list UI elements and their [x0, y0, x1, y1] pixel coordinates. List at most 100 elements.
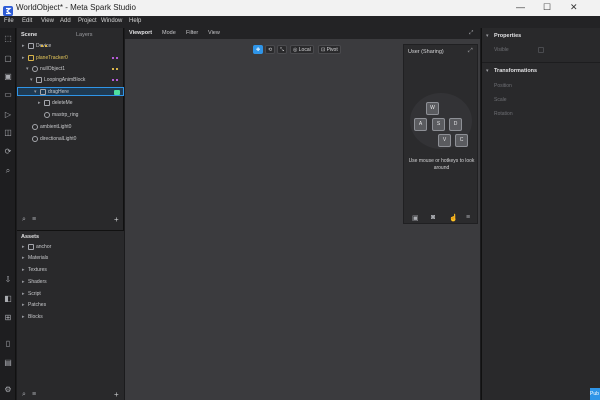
- layout-icon[interactable]: ▭: [3, 90, 13, 100]
- collapse-arrow-icon[interactable]: ▾: [486, 68, 489, 74]
- viewport-toolbar: Viewport Mode Filter View ⤢: [125, 28, 480, 39]
- expand-viewport-icon[interactable]: ⤢: [469, 30, 473, 37]
- window-title: WorldObject* - Meta Spark Studio: [16, 3, 136, 12]
- visible-checkbox[interactable]: [538, 47, 544, 53]
- video-icon[interactable]: ▣: [3, 72, 13, 82]
- planetracker-options-icon[interactable]: [112, 57, 118, 59]
- collapse-arrow-icon[interactable]: ▾: [486, 33, 489, 39]
- visible-label: Visible: [494, 47, 509, 53]
- scene-item-deleteme[interactable]: ▸ deleteMe: [38, 99, 73, 108]
- position-label: Position: [494, 83, 512, 89]
- menu-icon[interactable]: ≡: [466, 214, 470, 221]
- add-asset-button[interactable]: +: [114, 390, 119, 399]
- asset-item-textures[interactable]: ▸ Textures: [22, 266, 47, 275]
- scene-icon[interactable]: ⬚: [3, 34, 13, 44]
- scene-item-planetracker[interactable]: ▸ planeTracker0: [22, 54, 122, 63]
- key-w[interactable]: W: [426, 102, 439, 115]
- assets-panel: Assets ▸ anchor ▸ Materials ▸ Textures ▸ Sha…: [17, 230, 124, 400]
- view-menu[interactable]: View: [208, 30, 220, 36]
- minimize-button[interactable]: —: [516, 2, 525, 12]
- rotation-label: Rotation: [494, 111, 513, 117]
- rotate-tool-icon[interactable]: ⟲: [265, 45, 275, 54]
- block-icon: [36, 76, 42, 83]
- key-a[interactable]: A: [414, 118, 427, 131]
- add-icon[interactable]: ⊞: [3, 313, 13, 323]
- asset-item-anchor[interactable]: ▸ anchor: [22, 243, 51, 252]
- mode-menu[interactable]: Mode: [162, 30, 176, 36]
- menu-edit[interactable]: Edit: [22, 18, 32, 24]
- simulator-hint: Use mouse or hotkeys to look around: [408, 158, 475, 171]
- menu-window[interactable]: Window: [101, 18, 122, 24]
- viewport-tab[interactable]: Viewport: [129, 30, 152, 36]
- scene-item-ambientlight[interactable]: ambientLight0: [32, 123, 71, 132]
- menu-add[interactable]: Add: [60, 18, 71, 24]
- scene-item-mastrpring[interactable]: mastrp_ring: [38, 111, 78, 120]
- null-object-icon: [32, 65, 38, 72]
- filter-icon[interactable]: ≡: [32, 391, 36, 398]
- left-toolbar: ⬚ ▢ ▣ ▭ ▷ ◫ ⟳ ⌕ ⇩ ◧ ⊞ ▯ ▤ ⚙: [0, 28, 16, 400]
- loopinganim-options-icon[interactable]: [112, 79, 118, 81]
- key-d[interactable]: D: [449, 118, 462, 131]
- scale-tool-icon[interactable]: ⤡: [277, 45, 287, 54]
- share-icon[interactable]: ◧: [3, 294, 13, 304]
- key-v[interactable]: V: [438, 134, 451, 147]
- asset-item-shaders[interactable]: ▸ Shaders: [22, 278, 47, 287]
- eye-icon: [44, 111, 50, 118]
- scene-tab[interactable]: Scene: [21, 32, 37, 38]
- scene-item-draghere[interactable]: ▾ dragHere: [17, 87, 124, 96]
- pivot-toggle[interactable]: ⊡ Pivot: [318, 45, 341, 54]
- device-icon[interactable]: ▯: [3, 339, 13, 349]
- properties-title: Properties: [494, 33, 522, 39]
- menu-project[interactable]: Project: [78, 18, 97, 24]
- camera-icon[interactable]: ◙: [431, 214, 435, 221]
- layers-icon[interactable]: ▢: [3, 54, 13, 64]
- search-icon[interactable]: ⌕: [22, 216, 26, 224]
- nullobject-options-icon[interactable]: [112, 68, 118, 70]
- settings-icon[interactable]: ⚙: [3, 385, 13, 395]
- simulator-title[interactable]: User (Sharing): [408, 49, 444, 55]
- hand-icon[interactable]: ☝: [449, 214, 458, 222]
- play-icon[interactable]: ▷: [3, 110, 13, 120]
- simulator-panel[interactable]: User (Sharing) ⤢ W A S D V C Use mouse o…: [403, 44, 478, 224]
- layers-tab[interactable]: Layers: [76, 32, 93, 38]
- search-icon[interactable]: ⌕: [3, 166, 13, 176]
- preview-icon[interactable]: ◫: [3, 128, 13, 138]
- transformations-title: Transformations: [494, 68, 538, 74]
- filter-menu[interactable]: Filter: [186, 30, 198, 36]
- asset-item-patches[interactable]: ▸ Patches: [22, 301, 46, 310]
- popout-icon[interactable]: ⤢: [468, 48, 473, 55]
- scene-item-directionallight[interactable]: directionalLight0: [32, 135, 76, 144]
- import-icon[interactable]: ⇩: [3, 275, 13, 285]
- scene-item-device[interactable]: ▸ Device: [22, 42, 51, 51]
- properties-panel: ▾ Properties Visible ▾ Transformations P…: [481, 28, 600, 400]
- move-tool-icon[interactable]: ✥: [253, 45, 263, 54]
- asset-item-materials[interactable]: ▸ Materials: [22, 254, 48, 263]
- maximize-button[interactable]: ☐: [543, 2, 551, 13]
- group-icon: [40, 88, 46, 95]
- divider: [482, 62, 600, 63]
- publish-button[interactable]: Pub: [590, 388, 600, 400]
- add-object-button[interactable]: +: [114, 215, 119, 224]
- menu-view[interactable]: View: [41, 18, 54, 24]
- menu-help[interactable]: Help: [129, 18, 141, 24]
- filter-icon[interactable]: ≡: [32, 216, 36, 223]
- scene-item-loopinganim[interactable]: ▾ LoopingAnimBlock: [30, 76, 122, 85]
- notification-icon[interactable]: ▤: [3, 358, 13, 368]
- light-icon: [32, 123, 38, 130]
- menu-bar: File Edit View Add Project Window Help: [0, 16, 600, 28]
- local-toggle[interactable]: ◎ Local: [290, 45, 314, 54]
- refresh-icon[interactable]: ⟳: [3, 147, 13, 157]
- key-c[interactable]: C: [455, 134, 468, 147]
- close-button[interactable]: ✕: [570, 2, 578, 13]
- asset-item-blocks[interactable]: ▸ Blocks: [22, 313, 43, 322]
- asset-item-script[interactable]: ▸ Script: [22, 290, 41, 299]
- assets-title: Assets: [21, 234, 40, 240]
- menu-file[interactable]: File: [4, 18, 14, 24]
- search-icon[interactable]: ⌕: [22, 391, 26, 399]
- scene-item-nullobject[interactable]: ▾ nullObject1: [26, 65, 122, 74]
- folder-icon: [28, 243, 34, 250]
- device-options-icon[interactable]: [41, 45, 48, 47]
- record-icon[interactable]: ▣: [412, 214, 419, 222]
- light-icon: [32, 135, 38, 142]
- key-s[interactable]: S: [432, 118, 445, 131]
